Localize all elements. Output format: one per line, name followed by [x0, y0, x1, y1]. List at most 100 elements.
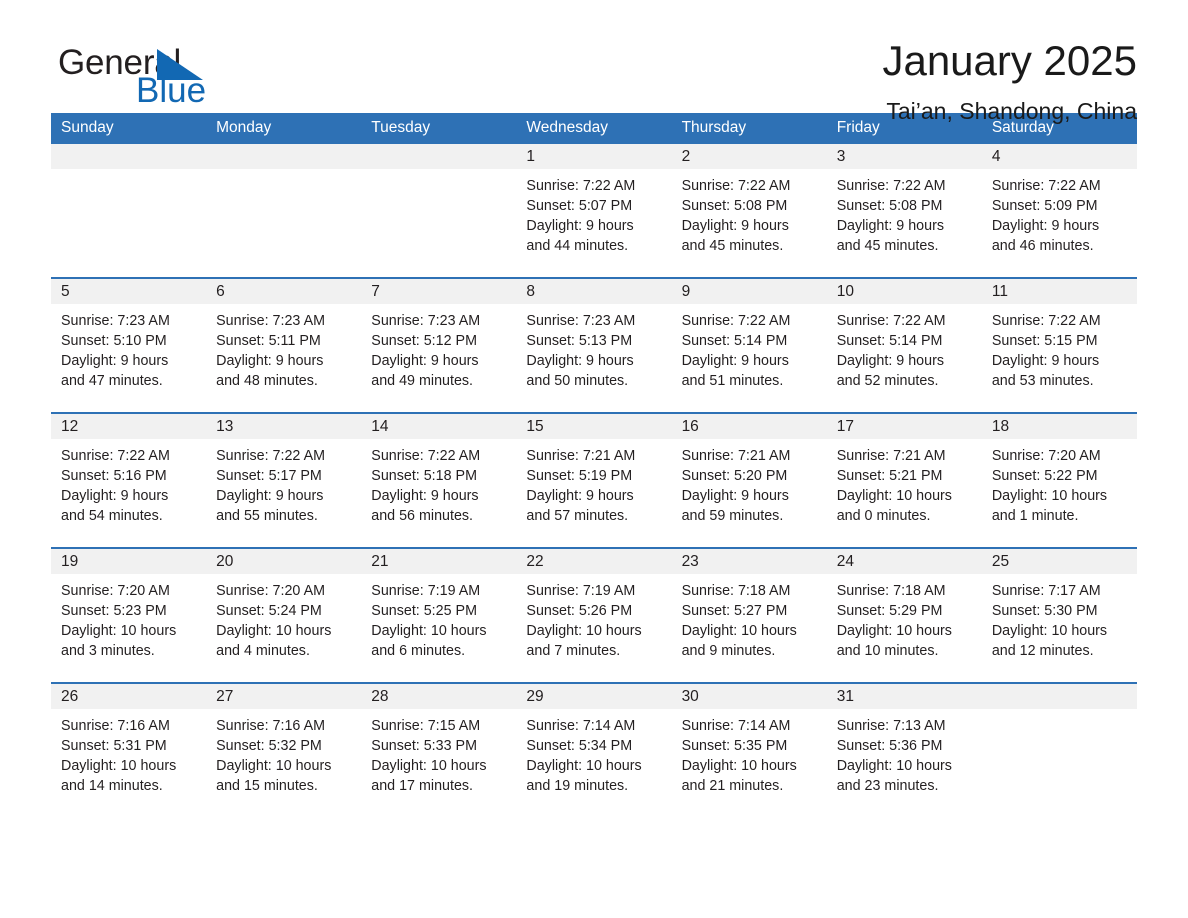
day-number: 31: [826, 684, 982, 709]
day-number: 21: [361, 549, 517, 574]
day-cell[interactable]: 30 Sunrise: 7:14 AM Sunset: 5:35 PM Dayl…: [671, 682, 827, 817]
day-cell[interactable]: 6 Sunrise: 7:23 AM Sunset: 5:11 PM Dayli…: [206, 277, 362, 413]
daylight-text-line1: Daylight: 10 hours: [836, 758, 952, 774]
day-cell: [206, 144, 362, 278]
day-details: Sunrise: 7:23 AM Sunset: 5:12 PM Dayligh…: [361, 304, 516, 391]
day-cell[interactable]: 21 Sunrise: 7:19 AM Sunset: 5:25 PM Dayl…: [361, 547, 517, 683]
sunrise-text: Sunrise: 7:14 AM: [526, 718, 636, 734]
sunset-text: Sunset: 5:13 PM: [526, 333, 633, 349]
sunrise-text: Sunrise: 7:19 AM: [526, 583, 636, 599]
day-cell[interactable]: 26 Sunrise: 7:16 AM Sunset: 5:31 PM Dayl…: [51, 682, 207, 817]
day-cell[interactable]: 16 Sunrise: 7:21 AM Sunset: 5:20 PM Dayl…: [671, 412, 827, 548]
daylight-text-line2: and 56 minutes.: [371, 508, 474, 524]
day-cell[interactable]: 18 Sunrise: 7:20 AM Sunset: 5:22 PM Dayl…: [981, 412, 1137, 548]
day-details: Sunrise: 7:23 AM Sunset: 5:10 PM Dayligh…: [51, 304, 206, 391]
day-number: 23: [671, 549, 827, 574]
day-cell[interactable]: 5 Sunrise: 7:23 AM Sunset: 5:10 PM Dayli…: [51, 277, 207, 413]
day-cell[interactable]: 14 Sunrise: 7:22 AM Sunset: 5:18 PM Dayl…: [361, 412, 517, 548]
daylight-text-line1: Daylight: 9 hours: [836, 353, 944, 369]
day-details: Sunrise: 7:21 AM Sunset: 5:19 PM Dayligh…: [516, 439, 671, 526]
day-details: Sunrise: 7:14 AM Sunset: 5:35 PM Dayligh…: [672, 709, 827, 796]
sunset-text: Sunset: 5:09 PM: [991, 198, 1098, 214]
daylight-text-line1: Daylight: 10 hours: [991, 488, 1108, 504]
day-details: Sunrise: 7:21 AM Sunset: 5:20 PM Dayligh…: [672, 439, 827, 526]
sunset-text: Sunset: 5:14 PM: [681, 333, 788, 349]
day-number: 28: [361, 684, 517, 709]
sunrise-text: Sunrise: 7:18 AM: [836, 583, 946, 599]
sunrise-text: Sunrise: 7:22 AM: [526, 178, 636, 194]
daylight-text-line2: and 10 minutes.: [836, 643, 939, 659]
sunrise-text: Sunrise: 7:20 AM: [991, 448, 1101, 464]
daylight-text-line2: and 54 minutes.: [61, 508, 163, 524]
daylight-text-line1: Daylight: 9 hours: [61, 488, 169, 504]
weekday-header-wednesday: Wednesday: [516, 113, 672, 144]
daylight-text-line2: and 23 minutes.: [836, 778, 939, 794]
day-cell[interactable]: 12 Sunrise: 7:22 AM Sunset: 5:16 PM Dayl…: [51, 412, 207, 548]
sunrise-text: Sunrise: 7:22 AM: [371, 448, 481, 464]
day-details: Sunrise: 7:23 AM Sunset: 5:13 PM Dayligh…: [516, 304, 671, 391]
day-cell[interactable]: 4 Sunrise: 7:22 AM Sunset: 5:09 PM Dayli…: [981, 144, 1137, 278]
day-number: 19: [51, 549, 207, 574]
day-details: Sunrise: 7:20 AM Sunset: 5:22 PM Dayligh…: [982, 439, 1137, 526]
sunrise-text: Sunrise: 7:22 AM: [991, 178, 1101, 194]
daylight-text-line1: Daylight: 10 hours: [216, 623, 332, 639]
daylight-text-line1: Daylight: 9 hours: [371, 488, 479, 504]
day-cell[interactable]: 8 Sunrise: 7:23 AM Sunset: 5:13 PM Dayli…: [516, 277, 672, 413]
title-block: January 2025 Tai’an, Shandong, China: [882, 0, 1137, 125]
week-row: 5 Sunrise: 7:23 AM Sunset: 5:10 PM Dayli…: [51, 277, 1137, 413]
day-cell[interactable]: 25 Sunrise: 7:17 AM Sunset: 5:30 PM Dayl…: [981, 547, 1137, 683]
sunrise-text: Sunrise: 7:21 AM: [681, 448, 791, 464]
day-cell[interactable]: 2 Sunrise: 7:22 AM Sunset: 5:08 PM Dayli…: [671, 144, 827, 278]
day-cell[interactable]: 23 Sunrise: 7:18 AM Sunset: 5:27 PM Dayl…: [671, 547, 827, 683]
daylight-text-line1: Daylight: 10 hours: [526, 623, 642, 639]
page-title: January 2025: [882, 37, 1137, 84]
day-cell[interactable]: 13 Sunrise: 7:22 AM Sunset: 5:17 PM Dayl…: [206, 412, 362, 548]
sunset-text: Sunset: 5:10 PM: [61, 333, 167, 349]
general-blue-logo[interactable]: General Blue: [58, 44, 278, 114]
sunrise-text: Sunrise: 7:23 AM: [526, 313, 636, 329]
day-details: Sunrise: 7:18 AM Sunset: 5:27 PM Dayligh…: [672, 574, 827, 661]
day-details: Sunrise: 7:22 AM Sunset: 5:15 PM Dayligh…: [982, 304, 1137, 391]
daylight-text-line1: Daylight: 9 hours: [681, 488, 789, 504]
day-cell[interactable]: 15 Sunrise: 7:21 AM Sunset: 5:19 PM Dayl…: [516, 412, 672, 548]
sunset-text: Sunset: 5:31 PM: [61, 738, 167, 754]
daylight-text-line1: Daylight: 10 hours: [526, 758, 642, 774]
sunset-text: Sunset: 5:15 PM: [991, 333, 1098, 349]
day-number: 6: [206, 279, 362, 304]
day-details: Sunrise: 7:22 AM Sunset: 5:18 PM Dayligh…: [361, 439, 516, 526]
daylight-text-line2: and 47 minutes.: [61, 373, 163, 389]
daylight-text-line1: Daylight: 10 hours: [836, 623, 952, 639]
day-details: Sunrise: 7:20 AM Sunset: 5:24 PM Dayligh…: [206, 574, 361, 661]
day-cell[interactable]: 22 Sunrise: 7:19 AM Sunset: 5:26 PM Dayl…: [516, 547, 672, 683]
day-number: 9: [671, 279, 827, 304]
sunset-text: Sunset: 5:32 PM: [216, 738, 322, 754]
day-cell[interactable]: 10 Sunrise: 7:22 AM Sunset: 5:14 PM Dayl…: [826, 277, 982, 413]
day-cell[interactable]: 19 Sunrise: 7:20 AM Sunset: 5:23 PM Dayl…: [51, 547, 207, 683]
day-details: Sunrise: 7:16 AM Sunset: 5:31 PM Dayligh…: [51, 709, 206, 796]
daylight-text-line1: Daylight: 9 hours: [61, 353, 169, 369]
day-cell[interactable]: 29 Sunrise: 7:14 AM Sunset: 5:34 PM Dayl…: [516, 682, 672, 817]
daylight-text-line1: Daylight: 9 hours: [991, 218, 1100, 234]
daylight-text-line1: Daylight: 10 hours: [991, 623, 1108, 639]
daylight-text-line2: and 45 minutes.: [836, 238, 939, 254]
day-cell[interactable]: 28 Sunrise: 7:15 AM Sunset: 5:33 PM Dayl…: [361, 682, 517, 817]
day-number: 24: [826, 549, 982, 574]
daylight-text-line2: and 45 minutes.: [681, 238, 784, 254]
day-cell[interactable]: 7 Sunrise: 7:23 AM Sunset: 5:12 PM Dayli…: [361, 277, 517, 413]
day-cell[interactable]: 20 Sunrise: 7:20 AM Sunset: 5:24 PM Dayl…: [206, 547, 362, 683]
day-cell[interactable]: 3 Sunrise: 7:22 AM Sunset: 5:08 PM Dayli…: [826, 144, 982, 278]
day-cell[interactable]: 27 Sunrise: 7:16 AM Sunset: 5:32 PM Dayl…: [206, 682, 362, 817]
sunrise-text: Sunrise: 7:19 AM: [371, 583, 481, 599]
day-details: Sunrise: 7:22 AM Sunset: 5:14 PM Dayligh…: [672, 304, 827, 391]
daylight-text-line1: Daylight: 10 hours: [61, 758, 177, 774]
day-cell[interactable]: 31 Sunrise: 7:13 AM Sunset: 5:36 PM Dayl…: [826, 682, 982, 817]
day-cell[interactable]: 11 Sunrise: 7:22 AM Sunset: 5:15 PM Dayl…: [981, 277, 1137, 413]
calendar-body: 1 Sunrise: 7:22 AM Sunset: 5:07 PM Dayli…: [51, 144, 1137, 817]
sunrise-text: Sunrise: 7:22 AM: [991, 313, 1101, 329]
daylight-text-line2: and 59 minutes.: [681, 508, 784, 524]
day-cell[interactable]: 1 Sunrise: 7:22 AM Sunset: 5:07 PM Dayli…: [516, 144, 672, 278]
daylight-text-line2: and 1 minute.: [991, 508, 1079, 524]
day-cell[interactable]: 24 Sunrise: 7:18 AM Sunset: 5:29 PM Dayl…: [826, 547, 982, 683]
day-cell[interactable]: 17 Sunrise: 7:21 AM Sunset: 5:21 PM Dayl…: [826, 412, 982, 548]
day-cell[interactable]: 9 Sunrise: 7:22 AM Sunset: 5:14 PM Dayli…: [671, 277, 827, 413]
